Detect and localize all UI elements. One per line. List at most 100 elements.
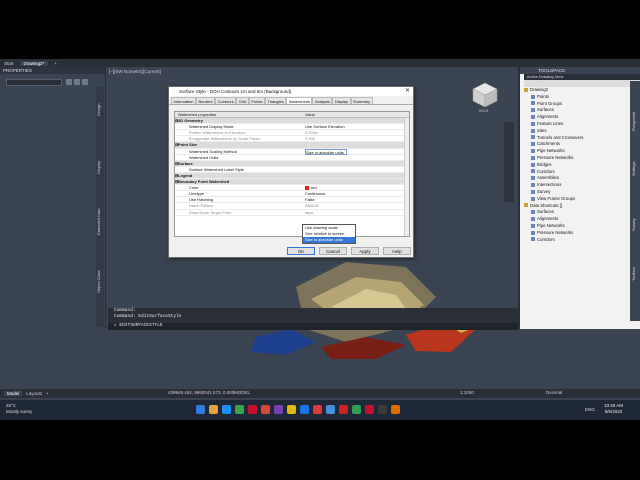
tree-node[interactable]: Drawing2 xyxy=(524,87,628,94)
close-icon[interactable]: ✕ xyxy=(405,87,410,96)
tab-toolbox[interactable]: Toolbox xyxy=(631,251,639,281)
tree-node[interactable]: Alignments xyxy=(524,114,628,121)
tree-node[interactable]: Corridors xyxy=(524,169,628,176)
taskbar-app-icon[interactable] xyxy=(378,405,387,414)
tree-node[interactable]: Surfaces xyxy=(524,209,628,216)
tab-prospector[interactable]: Prospector xyxy=(631,91,639,131)
properties-vertical-tabs: Design Display Extended Data Object Clas… xyxy=(96,87,104,327)
tree-node[interactable]: Pressure Networks xyxy=(524,155,628,162)
tree-node[interactable]: Pressure Networks xyxy=(524,230,628,237)
tree-node[interactable]: Feature Lines xyxy=(524,121,628,128)
tree-node[interactable]: Intersections xyxy=(524,182,628,189)
taskbar-app-icon[interactable] xyxy=(300,405,309,414)
taskbar-app-icon[interactable] xyxy=(391,405,400,414)
taskbar-app-icon[interactable] xyxy=(313,405,322,414)
tab-design[interactable]: Design xyxy=(96,95,104,125)
property-grid[interactable]: Watershed properties Value 3D Geometry ⊟ W… xyxy=(174,111,410,237)
cancel-button[interactable]: Cancel xyxy=(319,247,347,255)
grid-scrollbar[interactable] xyxy=(404,118,409,236)
taskbar-app-icon[interactable] xyxy=(274,405,283,414)
ok-button[interactable]: OK xyxy=(287,247,315,255)
tab-object-class[interactable]: Object Class xyxy=(96,257,104,307)
tree-node[interactable]: Data Shortcuts [] xyxy=(524,203,628,210)
tree-node-icon xyxy=(531,210,535,215)
wcs-label[interactable]: WCS xyxy=(479,108,488,113)
property-value[interactable]: false xyxy=(305,210,313,216)
model-space-toggle[interactable]: MODEL xyxy=(234,390,250,395)
language-indicator[interactable]: ENG xyxy=(585,407,595,412)
tree-node[interactable]: Assemblies xyxy=(524,175,628,182)
tree-node[interactable]: View Frame Groups xyxy=(524,196,628,203)
dialog-tab-triangles[interactable]: Triangles xyxy=(264,97,287,104)
tree-node[interactable]: Tunnels and Crossovers xyxy=(524,135,628,142)
tab-drawing2[interactable]: Drawing2* xyxy=(19,60,49,66)
object-selector[interactable] xyxy=(6,79,62,86)
navigation-bar[interactable] xyxy=(504,122,514,202)
taskbar-app-icon[interactable] xyxy=(352,405,361,414)
tree-node[interactable]: Corridors xyxy=(524,237,628,244)
dialog-tab-points[interactable]: Points xyxy=(248,97,265,104)
tree-node[interactable]: Survey xyxy=(524,189,628,196)
add-layout-button[interactable]: + xyxy=(46,391,49,396)
units-setting[interactable]: Decimal xyxy=(546,390,562,395)
taskbar-app-icon[interactable] xyxy=(287,405,296,414)
prospector-tree: Drawing2 Points Point Groups Surfaces Alignm… xyxy=(524,87,628,243)
tab-display[interactable]: Display xyxy=(96,147,104,187)
tree-node[interactable]: Point Groups xyxy=(524,101,628,108)
new-tab-button[interactable]: + xyxy=(54,61,57,66)
help-button[interactable]: Help xyxy=(383,247,411,255)
dropdown-option[interactable]: Size in absolute units xyxy=(303,237,355,243)
toolspace-title: TOOLSPACE xyxy=(520,67,640,74)
annotation-scale[interactable]: 1:1000 xyxy=(460,390,474,395)
command-line[interactable]: Command: Command: EditSurfaceStyle ▸ EDI… xyxy=(108,308,518,330)
dialog-tab-summary[interactable]: Summary xyxy=(350,97,373,104)
taskbar-app-icon[interactable] xyxy=(196,405,205,414)
tree-node-label: Sites xyxy=(537,127,547,133)
system-clock[interactable]: 10:49 AM 6/5/2022 xyxy=(604,403,623,415)
tab-settings[interactable]: Settings xyxy=(631,146,639,176)
tree-node[interactable]: Pipe Networks xyxy=(524,223,628,230)
tree-node[interactable]: Pipe Networks xyxy=(524,148,628,155)
weather-widget[interactable]: 28°C Mostly sunny xyxy=(6,403,32,415)
dialog-tab-borders[interactable]: Borders xyxy=(196,97,216,104)
dialog-tab-information[interactable]: Information xyxy=(171,97,197,104)
tree-node-label: Surfaces xyxy=(537,107,554,113)
tab-survey[interactable]: Survey xyxy=(631,201,639,231)
tree-node-icon xyxy=(531,169,535,174)
taskbar-app-icon[interactable] xyxy=(209,405,218,414)
property-value[interactable]: Size in absolute units xyxy=(305,148,347,155)
taskbar-app-icon[interactable] xyxy=(339,405,348,414)
tree-node-label: Surfaces xyxy=(537,209,554,215)
tree-node[interactable]: Catchments xyxy=(524,141,628,148)
tab-layout1[interactable]: Layout1 xyxy=(26,391,42,396)
tree-node[interactable]: Bridges xyxy=(524,162,628,169)
tree-node[interactable]: Alignments xyxy=(524,216,628,223)
tree-node[interactable]: Sites xyxy=(524,128,628,135)
tab-start[interactable]: Start xyxy=(4,61,14,66)
dialog-tab-display[interactable]: Display xyxy=(332,97,351,104)
scaling-method-dropdown[interactable]: Use drawing scale Size relative to screen… xyxy=(302,224,356,244)
tree-node[interactable]: Points xyxy=(524,94,628,101)
dialog-tab-contours[interactable]: Contours xyxy=(215,97,237,104)
taskbar-app-icon[interactable] xyxy=(235,405,244,414)
dialog-tab-grid[interactable]: Grid xyxy=(236,97,249,104)
select-objects-icon[interactable] xyxy=(74,79,80,85)
taskbar-app-icon[interactable] xyxy=(261,405,270,414)
tree-node[interactable]: Surfaces xyxy=(524,107,628,114)
taskbar-app-icon[interactable] xyxy=(222,405,231,414)
command-input[interactable]: ▸ EDITSURFACESTYLE xyxy=(108,323,518,330)
toggle-pickadd-icon[interactable] xyxy=(66,79,72,85)
apply-button[interactable]: Apply xyxy=(351,247,379,255)
tab-extended-data[interactable]: Extended Data xyxy=(96,197,104,247)
dialog-tab-analysis[interactable]: Analysis xyxy=(312,97,333,104)
weather-description: Mostly sunny xyxy=(6,409,33,414)
taskbar-app-icon[interactable] xyxy=(326,405,335,414)
property-row[interactable]: Draw Drain Target Point false xyxy=(175,210,409,216)
taskbar-app-icon[interactable] xyxy=(248,405,257,414)
tab-model[interactable]: Model xyxy=(4,391,23,396)
taskbar-app-icon[interactable] xyxy=(365,405,374,414)
viewcube[interactable]: WCS xyxy=(470,81,500,115)
dialog-tab-watersheds[interactable]: Watersheds xyxy=(286,97,313,104)
dialog-title: Surface Style - DOH Contours 1m and 5m (… xyxy=(169,87,413,96)
quick-select-icon[interactable] xyxy=(82,79,88,85)
